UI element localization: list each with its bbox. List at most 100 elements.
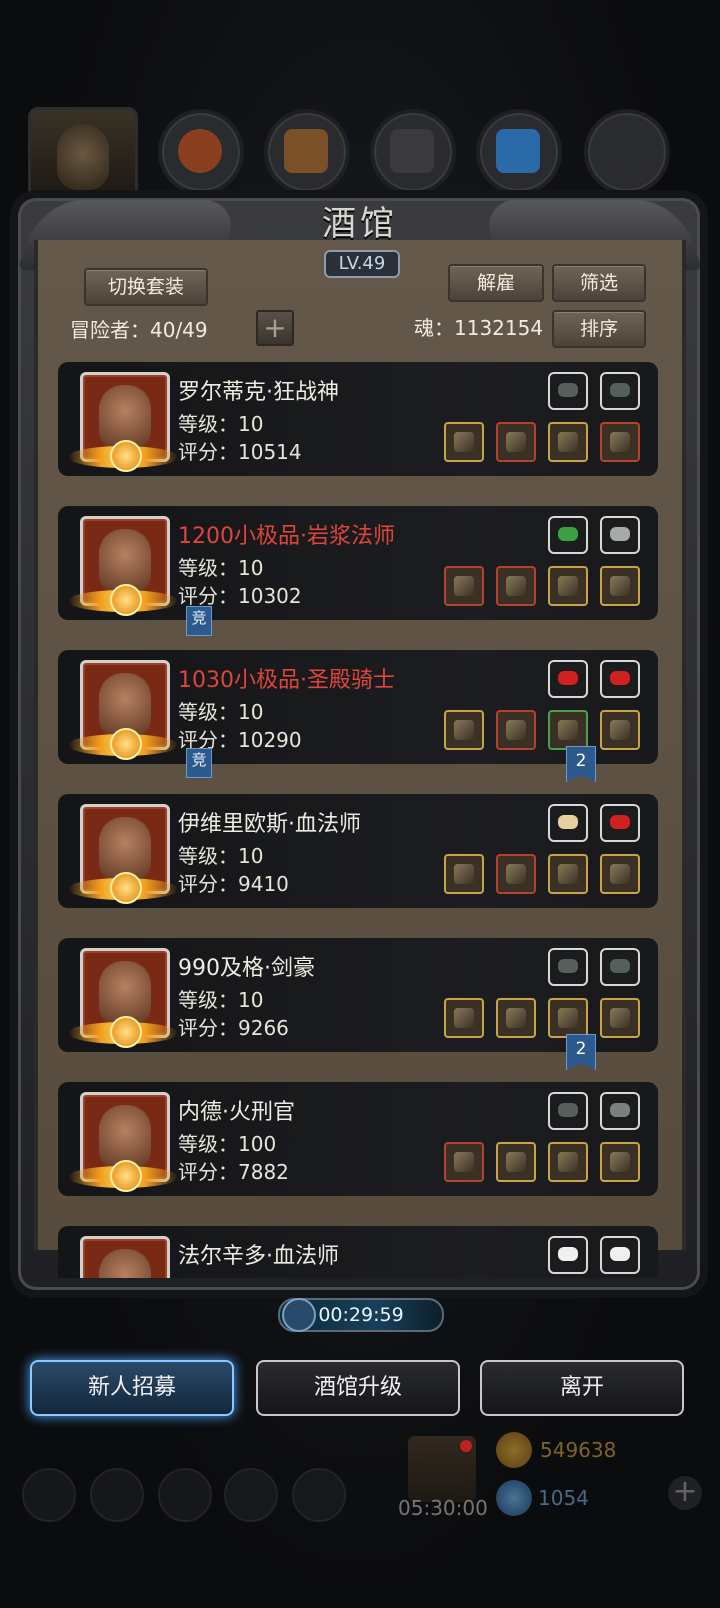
equipment-slot-icon[interactable] [548, 998, 588, 1038]
equipment-slot-icon[interactable] [496, 998, 536, 1038]
player-avatar[interactable] [28, 107, 138, 209]
rune-slot-icon[interactable] [600, 804, 640, 842]
tavern-level-badge: LV.49 [324, 250, 400, 278]
hero-level: 等级：10 [178, 988, 264, 1012]
top-resource-bar [24, 105, 704, 209]
rune-slot-icon[interactable] [548, 372, 588, 410]
resource-slot-iron[interactable] [584, 109, 670, 195]
hero-score: 评分：9266 [178, 1016, 289, 1040]
emblem-icon[interactable] [90, 1468, 144, 1522]
equipment-slot-icon[interactable] [444, 1142, 484, 1182]
equipment-slot-icon[interactable] [548, 422, 588, 462]
equipment-slot-icon[interactable] [548, 566, 588, 606]
notification-dot [460, 1440, 472, 1452]
rune-slot-icon[interactable] [548, 948, 588, 986]
count-badge: 2 [566, 746, 596, 782]
rune-slot-icon[interactable] [548, 804, 588, 842]
equipment-slot-icon[interactable] [444, 854, 484, 894]
hero-card[interactable]: 伊维里欧斯·血法师 等级：10 评分：9410 [58, 794, 658, 908]
hero-card[interactable]: 罗尔蒂克·狂战神 等级：10 评分：10514 [58, 362, 658, 476]
dismiss-button[interactable]: 解雇 [448, 264, 544, 302]
hero-list[interactable]: 罗尔蒂克·狂战神 等级：10 评分：10514 1200小极品·岩浆法师 等级：10 评分… [44, 350, 668, 1278]
hero-name: 1200小极品·岩浆法师 [178, 524, 395, 549]
equipment-slot-icon[interactable] [496, 710, 536, 750]
equipment-slot-icon[interactable] [600, 998, 640, 1038]
equipment-slot-icon[interactable] [496, 566, 536, 606]
equipment-slot-icon[interactable] [600, 1142, 640, 1182]
hero-portrait [80, 1236, 170, 1278]
rank-emblem-icon [110, 1016, 142, 1048]
rune-slot-icon[interactable] [548, 516, 588, 554]
resource-slot-crystal[interactable] [476, 109, 562, 195]
rune-slot-icon[interactable] [600, 948, 640, 986]
rune-slot-icon[interactable] [600, 516, 640, 554]
rune-slot-icon[interactable] [548, 1092, 588, 1130]
resource-slot-wood[interactable] [264, 109, 350, 195]
equipment-slot-icon[interactable] [548, 1142, 588, 1182]
rank-emblem-icon [110, 728, 142, 760]
rune-slot-icon[interactable] [600, 1092, 640, 1130]
rank-emblem-icon [110, 440, 142, 472]
mail-icon[interactable] [224, 1468, 278, 1522]
hero-score: 评分：10302 [178, 584, 302, 608]
upgrade-tavern-button[interactable]: 酒馆升级 [256, 1360, 460, 1416]
hero-level: 等级：10 [178, 844, 264, 868]
hero-name: 990及格·剑豪 [178, 956, 315, 981]
equipment-slot-icon[interactable] [444, 566, 484, 606]
equipment-slot-icon[interactable] [600, 854, 640, 894]
equipment-slot-icon[interactable] [600, 710, 640, 750]
add-currency-button[interactable]: + [668, 1476, 702, 1510]
hero-score: 评分：9410 [178, 872, 289, 896]
hero-card[interactable]: 1200小极品·岩浆法师 等级：10 评分：10302 [58, 506, 658, 620]
resource-slot-stone[interactable] [370, 109, 456, 195]
diamond-icon [496, 1480, 532, 1516]
gift-timer: 05:30:00 [398, 1496, 488, 1520]
equipment-slot-icon[interactable] [444, 422, 484, 462]
leave-button[interactable]: 离开 [480, 1360, 684, 1416]
equipment-slot-icon[interactable] [600, 422, 640, 462]
hero-level: 等级：10 [178, 700, 264, 724]
gold-coin-icon [496, 1432, 532, 1468]
filter-button[interactable]: 筛选 [552, 264, 646, 302]
switch-outfit-button[interactable]: 切换套装 [84, 268, 208, 306]
count-badge: 2 [566, 1034, 596, 1070]
equipment-slot-icon[interactable] [600, 566, 640, 606]
soul-amount: 魂：1132154 [414, 316, 544, 340]
rune-slot-icon[interactable] [600, 372, 640, 410]
rune-slot-icon[interactable] [548, 660, 588, 698]
equipment-slot-icon[interactable] [496, 854, 536, 894]
map-icon[interactable] [292, 1468, 346, 1522]
rank-emblem-icon [110, 584, 142, 616]
equipment-slot-icon[interactable] [548, 710, 588, 750]
equipment-slot-icon[interactable] [444, 710, 484, 750]
diamond-amount: 1054 [538, 1486, 589, 1510]
resource-slot-ore[interactable] [158, 109, 244, 195]
equipment-slot-icon[interactable] [548, 854, 588, 894]
gold-amount: 549638 [540, 1438, 617, 1462]
sort-button[interactable]: 排序 [552, 310, 646, 348]
clock-icon [282, 1298, 316, 1332]
dialog-title: 酒馆 [322, 204, 398, 244]
rune-slot-icon[interactable] [548, 1236, 588, 1274]
hero-name: 内德·火刑官 [178, 1100, 295, 1125]
rune-slot-icon[interactable] [600, 660, 640, 698]
rank-emblem-icon [110, 1160, 142, 1192]
equipment-slot-icon[interactable] [496, 422, 536, 462]
rune-slot-icon[interactable] [600, 1236, 640, 1274]
hero-card[interactable]: 内德·火刑官 等级：100 评分：7882 [58, 1082, 658, 1196]
guild-icon[interactable] [158, 1468, 212, 1522]
hero-score: 评分：10514 [178, 440, 302, 464]
add-adventurer-slot-button[interactable]: + [256, 310, 294, 346]
settings-icon[interactable] [22, 1468, 76, 1522]
hero-level: 等级：100 [178, 1132, 277, 1156]
hero-card[interactable]: 法尔辛多·血法师 [58, 1226, 658, 1278]
hero-name: 1030小极品·圣殿骑士 [178, 668, 395, 693]
competitive-tag: 竞 [186, 606, 212, 636]
hero-name: 罗尔蒂克·狂战神 [178, 380, 339, 405]
adventurer-count: 冒险者：40/49 [70, 318, 208, 342]
recruit-button[interactable]: 新人招募 [30, 1360, 234, 1416]
equipment-slot-icon[interactable] [496, 1142, 536, 1182]
competitive-tag: 竞 [186, 748, 212, 778]
hero-level: 等级：10 [178, 412, 264, 436]
equipment-slot-icon[interactable] [444, 998, 484, 1038]
